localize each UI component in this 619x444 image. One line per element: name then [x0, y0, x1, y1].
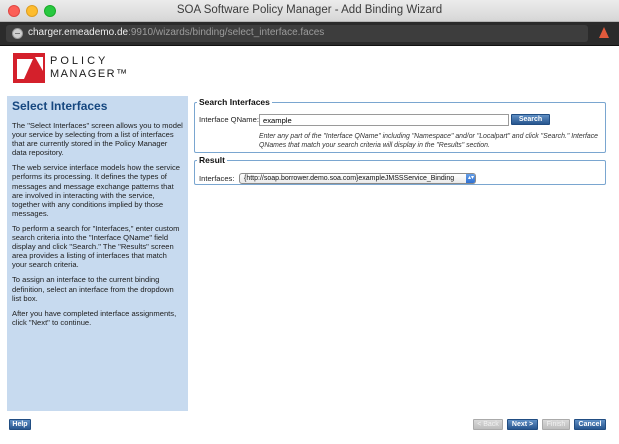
app-header: POLICY MANAGER™	[0, 46, 619, 90]
help-paragraph: To perform a search for "Interfaces," en…	[12, 223, 180, 270]
window-title-bar: SOA Software Policy Manager - Add Bindin…	[0, 0, 619, 22]
logo-line-2: MANAGER™	[50, 68, 129, 80]
url-path: :9910/wizards/binding/select_interface.f…	[128, 27, 325, 38]
interface-qname-label: Interface QName:	[199, 115, 259, 124]
help-button[interactable]: Help	[9, 419, 31, 430]
search-button[interactable]: Search	[511, 114, 550, 125]
next-button[interactable]: Next >	[507, 419, 538, 430]
url-host: charger.emeademo.de	[28, 27, 129, 38]
help-paragraph: The web service interface models how the…	[12, 163, 180, 218]
help-paragraph: The "Select Interfaces" screen allows yo…	[12, 121, 183, 158]
alert-icon[interactable]	[599, 27, 609, 38]
logo-line-1: POLICY	[50, 55, 109, 67]
window-title: SOA Software Policy Manager - Add Bindin…	[176, 4, 443, 16]
help-sidebar: Select Interfaces The "Select Interfaces…	[7, 96, 188, 411]
address-bar: charger.emeademo.de:9910/wizards/binding…	[0, 22, 619, 46]
result-panel: Result Interfaces: {http://soap.borrower…	[194, 155, 606, 185]
search-panel-legend: Search Interfaces	[199, 97, 270, 107]
interface-qname-input[interactable]	[259, 114, 509, 126]
interfaces-dropdown[interactable]: {http://soap.borrower.demo.soa.com}examp…	[239, 173, 476, 184]
cancel-button[interactable]: Cancel	[574, 419, 606, 430]
back-button[interactable]: < Back	[473, 419, 503, 430]
finish-button[interactable]: Finish	[542, 419, 570, 430]
main-content: Search Interfaces Interface QName: Searc…	[194, 96, 612, 411]
interfaces-label: Interfaces:	[199, 174, 235, 183]
sidebar-title: Select Interfaces	[12, 99, 108, 113]
search-hint-text: Enter any part of the "Interface QName" …	[259, 133, 599, 149]
url-text[interactable]: charger.emeademo.de:9910/wizards/binding…	[28, 27, 324, 38]
help-paragraph: After you have completed interface assig…	[12, 308, 177, 327]
logo-wordmark: POLICY MANAGER™	[50, 55, 129, 81]
selected-interface-value: {http://soap.borrower.demo.soa.com}examp…	[244, 175, 455, 182]
wizard-footer: Help < Back Next > Finish Cancel	[7, 415, 612, 435]
dropdown-arrow-icon[interactable]: ▴▾	[466, 174, 475, 183]
help-paragraph: To assign an interface to the current bi…	[12, 275, 174, 303]
search-interfaces-panel: Search Interfaces Interface QName: Searc…	[194, 97, 606, 153]
policy-manager-logo-icon	[13, 53, 45, 83]
result-panel-legend: Result	[199, 155, 225, 165]
url-field[interactable]: charger.emeademo.de:9910/wizards/binding…	[6, 25, 588, 42]
globe-icon	[12, 28, 23, 39]
